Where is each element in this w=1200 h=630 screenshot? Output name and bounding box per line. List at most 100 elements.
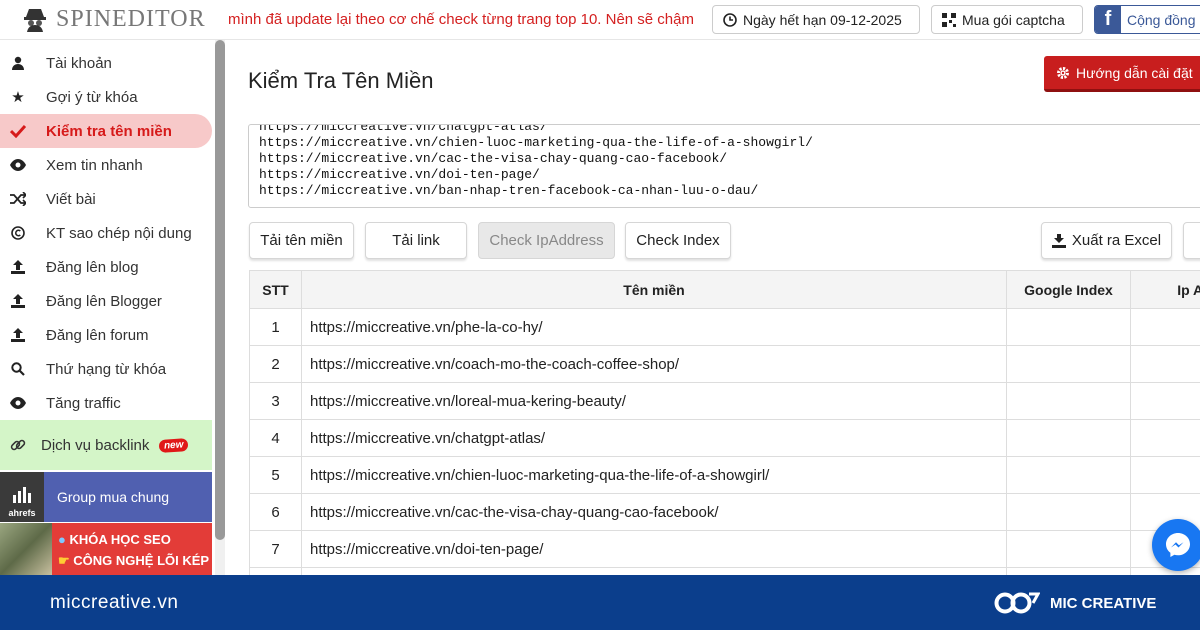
check-ip-button[interactable]: Check IpAddress — [478, 222, 615, 259]
header-ip-address[interactable]: Ip Ad — [1130, 270, 1200, 309]
export-excel-button[interactable]: Xuất ra Excel — [1041, 222, 1172, 259]
cell-google-index — [1006, 530, 1131, 568]
cell-url: https://miccreative.vn/chien-luoc-market… — [301, 456, 1007, 494]
backlink-service-item[interactable]: Dịch vụ backlink new — [0, 420, 212, 470]
url-input-textarea[interactable]: https://miccreative.vn/chatgpt-atlas/ ht… — [248, 124, 1200, 208]
download-icon — [1051, 233, 1066, 248]
table-row[interactable]: 5 https://miccreative.vn/chien-luoc-marke… — [249, 456, 1200, 494]
url-line: https://miccreative.vn/cac-the-visa-chay… — [259, 151, 728, 166]
table-row[interactable]: 2 https://miccreative.vn/coach-mo-the-coa… — [249, 345, 1200, 383]
cell-stt: 1 — [249, 308, 302, 346]
upload-icon — [9, 294, 27, 308]
blue-dot-icon: ● — [58, 532, 66, 547]
table-row[interactable]: 6 https://miccreative.vn/cac-the-visa-cha… — [249, 493, 1200, 531]
extra-action-button[interactable] — [1183, 222, 1200, 259]
footer-site[interactable]: miccreative.vn — [50, 592, 178, 614]
group-buy-banner[interactable]: ahrefs Group mua chung — [0, 472, 212, 522]
upload-icon — [9, 260, 27, 274]
table-row[interactable] — [249, 567, 1200, 575]
check-index-button[interactable]: Check Index — [625, 222, 731, 259]
sidebar-item-traffic[interactable]: Tăng traffic — [0, 386, 212, 420]
cell-url: https://miccreative.vn/loreal-mua-kering… — [301, 382, 1007, 420]
sidebar-scrollbar-thumb[interactable] — [215, 40, 225, 540]
cell-ip — [1130, 456, 1200, 494]
user-icon — [9, 56, 27, 70]
search-icon — [9, 362, 27, 376]
cell-url: https://miccreative.vn/chatgpt-atlas/ — [301, 419, 1007, 457]
table-row[interactable]: 3 https://miccreative.vn/loreal-mua-kerin… — [249, 382, 1200, 420]
copyright-icon — [9, 226, 27, 240]
sidebar-item-post-forum[interactable]: Đăng lên forum — [0, 318, 212, 352]
star-icon: ★ — [11, 89, 25, 106]
sidebar: Tài khoản ★ Gợi ý từ khóa Kiểm tra tên m… — [0, 40, 213, 575]
sidebar-item-label: Gợi ý từ khóa — [46, 88, 138, 106]
url-line: https://miccreative.vn/chatgpt-atlas/ — [259, 124, 548, 134]
page-title: Kiểm Tra Tên Miền — [248, 68, 434, 93]
captcha-label: Mua gói captcha — [962, 11, 1065, 28]
cell-ip — [1130, 382, 1200, 420]
header-domain[interactable]: Tên miền — [301, 270, 1007, 309]
sidebar-item-label: Thứ hạng từ khóa — [46, 360, 167, 378]
cell-url: https://miccreative.vn/coach-mo-the-coac… — [301, 345, 1007, 383]
cell-stt: 6 — [249, 493, 302, 531]
link-icon — [9, 437, 27, 453]
cell-google-index — [1006, 493, 1131, 531]
seo-course-banner[interactable]: ● KHÓA HỌC SEO ☛ CÔNG NGHỆ LÕI KÉP — [0, 523, 212, 575]
facebook-icon: f — [1095, 6, 1121, 33]
logo-text: SPINEDITOR — [56, 5, 206, 32]
messenger-icon — [1166, 533, 1190, 557]
qr-code-icon — [942, 12, 956, 27]
update-notice: mình đã update lại theo cơ chế check từn… — [228, 11, 694, 28]
expiry-date-button[interactable]: Ngày hết hạn 09-12-2025 — [712, 5, 920, 34]
cell-ip — [1130, 567, 1200, 575]
cell-google-index — [1006, 345, 1131, 383]
buy-captcha-button[interactable]: Mua gói captcha — [931, 5, 1083, 34]
sidebar-item-keyword-suggest[interactable]: ★ Gợi ý từ khóa — [0, 80, 212, 114]
table-row[interactable]: 1 https://miccreative.vn/phe-la-co-hy/ — [249, 308, 1200, 346]
header-google-index[interactable]: Google Index — [1006, 270, 1131, 309]
sidebar-item-label: Đăng lên Blogger — [46, 292, 162, 310]
sidebar-item-keyword-rank[interactable]: Thứ hạng từ khóa — [0, 352, 212, 386]
url-line: https://miccreative.vn/doi-ten-page/ — [259, 167, 540, 182]
logo[interactable]: SPINEDITOR — [22, 4, 206, 34]
header-stt[interactable]: STT — [249, 270, 302, 309]
guide-label: Hướng dẫn cài đặt — [1076, 64, 1193, 81]
sidebar-item-label: KT sao chép nội dung — [46, 224, 192, 242]
sidebar-item-domain-check[interactable]: Kiểm tra tên miền — [0, 114, 212, 148]
cell-stt: 2 — [249, 345, 302, 383]
cell-url — [301, 567, 1007, 575]
ahrefs-chart-icon — [13, 487, 31, 503]
sidebar-item-account[interactable]: Tài khoản — [0, 46, 212, 80]
shuffle-icon — [9, 192, 27, 206]
table-row[interactable]: 7 https://miccreative.vn/doi-ten-page/ — [249, 530, 1200, 568]
domain-table: STT Tên miền Google Index Ip Ad 1https:/… — [249, 270, 1200, 575]
sidebar-item-quick-news[interactable]: Xem tin nhanh — [0, 148, 212, 182]
cell-url: https://miccreative.vn/phe-la-co-hy/ — [301, 308, 1007, 346]
sidebar-item-post-blogger[interactable]: Đăng lên Blogger — [0, 284, 212, 318]
footer-brand: MIC CREATIVE — [994, 589, 1156, 617]
cell-ip — [1130, 345, 1200, 383]
url-line: https://miccreative.vn/ban-nhap-tren-fac… — [259, 183, 759, 198]
upload-icon — [9, 328, 27, 342]
new-badge: new — [158, 437, 190, 453]
load-links-button[interactable]: Tải link — [365, 222, 467, 259]
footer-brand-text: MIC CREATIVE — [1050, 594, 1157, 612]
sidebar-item-copy-check[interactable]: KT sao chép nội dung — [0, 216, 212, 250]
messenger-chat-button[interactable] — [1152, 519, 1200, 571]
cell-ip — [1130, 308, 1200, 346]
community-label: Cộng đồng S — [1127, 11, 1200, 28]
load-domains-button[interactable]: Tải tên miền — [249, 222, 354, 259]
install-guide-button[interactable]: Hướng dẫn cài đặt — [1044, 56, 1200, 92]
gear-icon — [1057, 66, 1069, 79]
cell-stt: 7 — [249, 530, 302, 568]
table-row[interactable]: 4 https://miccreative.vn/chatgpt-atlas/ — [249, 419, 1200, 457]
clock-icon — [723, 12, 737, 27]
sidebar-item-post-blog[interactable]: Đăng lên blog — [0, 250, 212, 284]
cell-google-index — [1006, 382, 1131, 420]
table-header-row: STT Tên miền Google Index Ip Ad — [249, 270, 1200, 309]
footer-bar: miccreative.vn MIC CREATIVE — [0, 575, 1200, 630]
sidebar-item-write[interactable]: Viết bài — [0, 182, 212, 216]
sidebar-item-label: Đăng lên blog — [46, 258, 139, 276]
top-bar: SPINEDITOR mình đã update lại theo cơ ch… — [0, 0, 1200, 40]
community-button[interactable]: f Cộng đồng S — [1094, 5, 1200, 34]
